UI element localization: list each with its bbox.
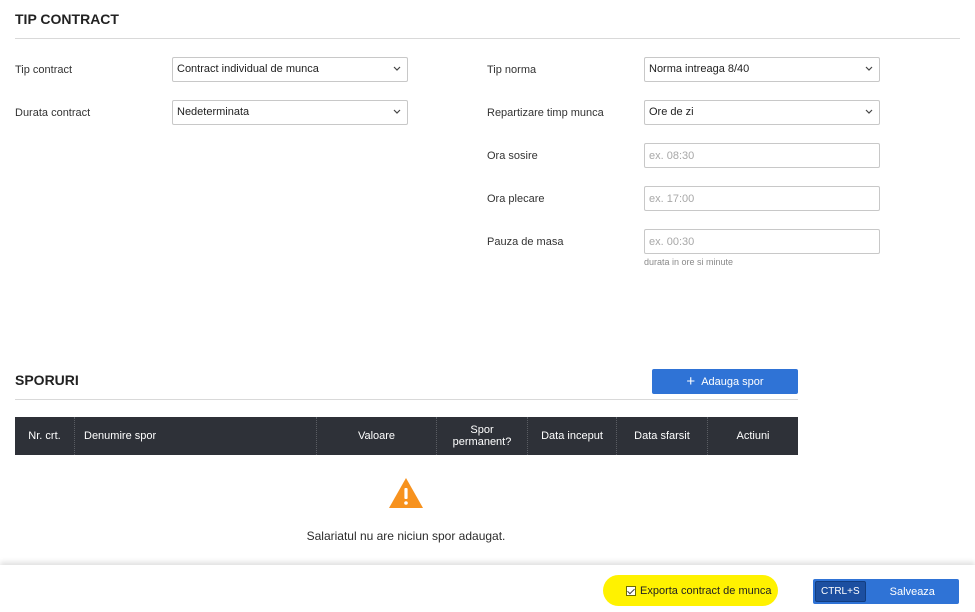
section-divider [15,399,798,400]
ora-plecare-label: Ora plecare [487,193,545,205]
tip-norma-value: Norma intreaga 8/40 [649,63,750,75]
repartizare-label: Repartizare timp munca [487,107,604,119]
tip-contract-label: Tip contract [15,64,73,76]
pauza-masa-input[interactable] [644,229,880,254]
pauza-masa-hint: durata in ore si minute [644,257,734,267]
shortcut-badge: CTRL+S [815,581,866,602]
pauza-masa-label: Pauza de masa [487,236,564,248]
ora-plecare-input[interactable] [644,186,880,211]
column-header[interactable]: Valoare [317,417,437,455]
plus-icon: + [686,373,696,390]
checkbox-checked-icon[interactable] [626,586,636,596]
export-contract-label: Exporta contract de munca [640,585,772,597]
section-title-sporuri: SPORURI [15,372,79,388]
column-header[interactable]: Denumire spor [75,417,317,455]
durata-contract-select[interactable]: Nedeterminata [172,100,408,125]
section-divider [15,38,960,39]
chevron-down-icon [393,109,401,114]
ora-sosire-input[interactable] [644,143,880,168]
tip-contract-value: Contract individual de munca [177,63,319,75]
column-header[interactable]: Actiuni [708,417,798,455]
chevron-down-icon [865,66,873,71]
section-title-tip-contract: TIP CONTRACT [15,11,119,27]
export-contract-checkbox[interactable]: Exporta contract de munca [626,585,771,597]
chevron-down-icon [393,66,401,71]
tip-norma-label: Tip norma [487,64,537,76]
empty-state-message: Salariatul nu are niciun spor adaugat. [306,529,506,543]
column-header[interactable]: Data inceput [528,417,617,455]
repartizare-select[interactable]: Ore de zi [644,100,880,125]
column-header[interactable]: Spor permanent? [437,417,528,455]
warning-icon [389,478,423,508]
save-label: Salveaza [889,585,935,598]
repartizare-value: Ore de zi [649,106,694,118]
add-spor-button[interactable]: + Adauga spor [652,369,798,394]
tip-norma-select[interactable]: Norma intreaga 8/40 [644,57,880,82]
column-header[interactable]: Nr. crt. [15,417,75,455]
column-header[interactable]: Data sfarsit [617,417,708,455]
add-spor-label: Adauga spor [701,375,764,388]
ora-sosire-label: Ora sosire [487,150,538,162]
durata-contract-value: Nedeterminata [177,106,250,118]
tip-contract-select[interactable]: Contract individual de munca [172,57,408,82]
durata-contract-label: Durata contract [15,107,91,119]
save-button[interactable]: CTRL+S Salveaza [813,579,959,604]
chevron-down-icon [865,109,873,114]
sporuri-table-header: Nr. crt. Denumire spor Valoare Spor perm… [15,417,798,455]
